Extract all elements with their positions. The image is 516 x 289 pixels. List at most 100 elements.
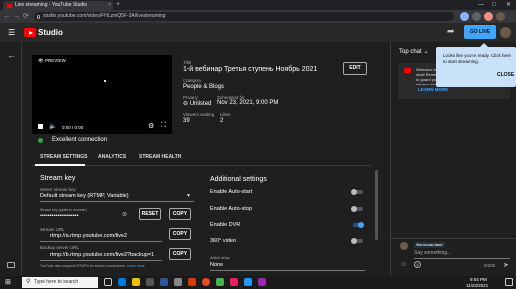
share-icon[interactable]: ➦ <box>447 26 455 37</box>
chat-avatar <box>400 242 408 250</box>
active-tab-indicator <box>35 164 85 166</box>
delay-select[interactable]: None <box>210 262 223 268</box>
auto-start-knob[interactable] <box>351 189 357 195</box>
tab-analytics[interactable]: ANALYTICS <box>98 154 126 160</box>
clock-date[interactable]: 11/23/2021 <box>466 283 488 288</box>
likes-label: Likes <box>220 112 231 117</box>
youtube-icon <box>404 68 411 73</box>
settings-gear-icon[interactable]: ⚙ <box>148 122 154 130</box>
url-input[interactable]: studio.youtube.com/video/FHLzmQ5F-3A/liv… <box>34 12 454 21</box>
chat-input[interactable]: Say something... <box>414 250 500 256</box>
emoji-icon[interactable]: ☺ <box>400 261 407 268</box>
chat-user-chip: Филосовствие <box>414 242 445 248</box>
studio-logo-text[interactable]: Studio <box>38 27 63 38</box>
copy-url-button[interactable]: COPY <box>169 228 191 240</box>
store-icon[interactable] <box>146 278 154 286</box>
go-live-button[interactable]: GO LIVE <box>464 25 496 39</box>
tooltip-close-button[interactable]: CLOSE <box>497 72 514 78</box>
extension-icon[interactable] <box>484 12 493 21</box>
youtube-favicon-icon <box>7 3 12 8</box>
app-icon[interactable] <box>174 278 182 286</box>
edit-button[interactable]: EDIT <box>343 62 367 75</box>
left-rail <box>0 42 22 276</box>
minimize-icon[interactable]: — <box>478 0 484 10</box>
eye-off-icon[interactable]: ⊘ <box>122 211 127 218</box>
edge-icon[interactable] <box>118 278 126 286</box>
dropdown-arrow-icon[interactable]: ▼ <box>186 193 191 199</box>
studio-header <box>0 23 516 42</box>
send-icon[interactable]: ➤ <box>503 261 509 269</box>
chrome-icon[interactable] <box>202 278 210 286</box>
app-icon[interactable] <box>244 278 252 286</box>
reload-icon[interactable]: ⟳ <box>23 10 29 23</box>
window-close-icon[interactable]: ✕ <box>506 0 511 10</box>
browser-tab-title: Live streaming - YouTube Studio <box>15 2 88 8</box>
play-icon <box>28 30 33 35</box>
auto-start-label: Enable Auto-start <box>210 189 253 195</box>
auto-stop-knob[interactable] <box>351 206 357 212</box>
dvr-label: Enable DVR <box>210 222 241 228</box>
copy-key-button[interactable]: COPY <box>169 208 191 220</box>
preview-cursor <box>104 80 106 82</box>
chevron-down-icon: ⌄ <box>423 49 429 55</box>
rtmps-note: YouTube also supports RTMPS for secure c… <box>40 264 145 268</box>
maximize-icon[interactable]: □ <box>492 0 496 10</box>
category-label: Category <box>183 78 202 83</box>
fullscreen-icon[interactable]: ⛶ <box>161 122 166 130</box>
lock-icon <box>37 14 40 19</box>
app-icon[interactable] <box>258 278 266 286</box>
extension-icon[interactable] <box>460 12 469 21</box>
stream-key-field[interactable]: •••••••••••••••••••• <box>40 213 79 219</box>
main-scrollbar[interactable] <box>375 170 378 240</box>
feedback-icon[interactable] <box>7 262 15 268</box>
copy-backup-button[interactable]: COPY <box>169 248 191 260</box>
super-chat-icon[interactable]: $ <box>414 261 421 268</box>
learn-more-link[interactable]: Learn more <box>127 264 145 268</box>
back-icon[interactable]: ← <box>3 10 10 23</box>
extension-icon[interactable] <box>472 12 481 21</box>
menu-icon[interactable]: ☰ <box>8 28 15 37</box>
top-chat-select[interactable]: Top chat ⌄ <box>399 48 428 55</box>
taskbar-search-input[interactable]: Type here to search <box>22 277 98 288</box>
chat-learn-more-link[interactable]: LEARN MORE <box>418 87 448 92</box>
tab-stream-settings[interactable]: STREAM SETTINGS <box>40 154 88 160</box>
delay-label: Added delay <box>210 256 230 260</box>
close-tab-icon[interactable]: × <box>108 1 111 10</box>
file-explorer-icon[interactable] <box>132 278 140 286</box>
back-arrow-icon[interactable]: ← <box>7 50 16 60</box>
backup-url-field[interactable]: rtmp://b.rtmp.youtube.com/live2?backup=1 <box>50 252 154 258</box>
360-video-knob[interactable] <box>351 238 357 244</box>
backup-underline <box>40 260 162 261</box>
clock-time[interactable]: 9:04 PM <box>470 277 487 282</box>
stream-title: 1-й вебинар Третья ступень Ноябрь 2021 <box>183 66 318 73</box>
browser-tab[interactable]: Live streaming - YouTube Studio × <box>3 1 113 10</box>
tab-stream-health[interactable]: STREAM HEALTH <box>139 154 181 160</box>
360-video-label: 360° video <box>210 238 237 244</box>
stop-icon[interactable] <box>38 124 43 129</box>
windows-start-icon[interactable]: ⊞ <box>5 278 11 286</box>
avatar[interactable] <box>500 27 511 38</box>
stream-privacy: ⊖ Unlisted <box>183 101 212 107</box>
title-label: Title <box>183 60 192 65</box>
url-underline <box>40 241 162 242</box>
delay-underline <box>210 270 365 271</box>
new-tab-icon[interactable]: + <box>116 0 120 10</box>
stream-key-heading: Stream key <box>40 175 76 182</box>
dvr-knob[interactable] <box>358 222 364 228</box>
preview-time: 0:00 / 0:00 <box>62 125 84 130</box>
reset-button[interactable]: RESET <box>139 208 161 220</box>
app-icon[interactable] <box>188 278 196 286</box>
chat-counter: 0/200 <box>484 263 496 268</box>
app-icon[interactable] <box>230 278 238 286</box>
forward-icon[interactable]: → <box>13 10 20 23</box>
stream-scheduled: Nov 23, 2021, 9:00 PM <box>217 100 279 106</box>
notifications-icon[interactable] <box>505 278 513 286</box>
viewers-label: Viewers waiting <box>183 112 215 117</box>
profile-avatar[interactable] <box>496 12 505 21</box>
task-view-icon[interactable] <box>104 278 112 286</box>
stream-key-select[interactable]: Default stream key (RTMP, Variable) <box>40 193 129 199</box>
app-icon[interactable] <box>160 278 168 286</box>
stream-url-field[interactable]: rtmp://a.rtmp.youtube.com/live2 <box>50 233 127 239</box>
app-icon[interactable] <box>216 278 224 286</box>
volume-icon[interactable]: 🔈 <box>49 123 56 130</box>
